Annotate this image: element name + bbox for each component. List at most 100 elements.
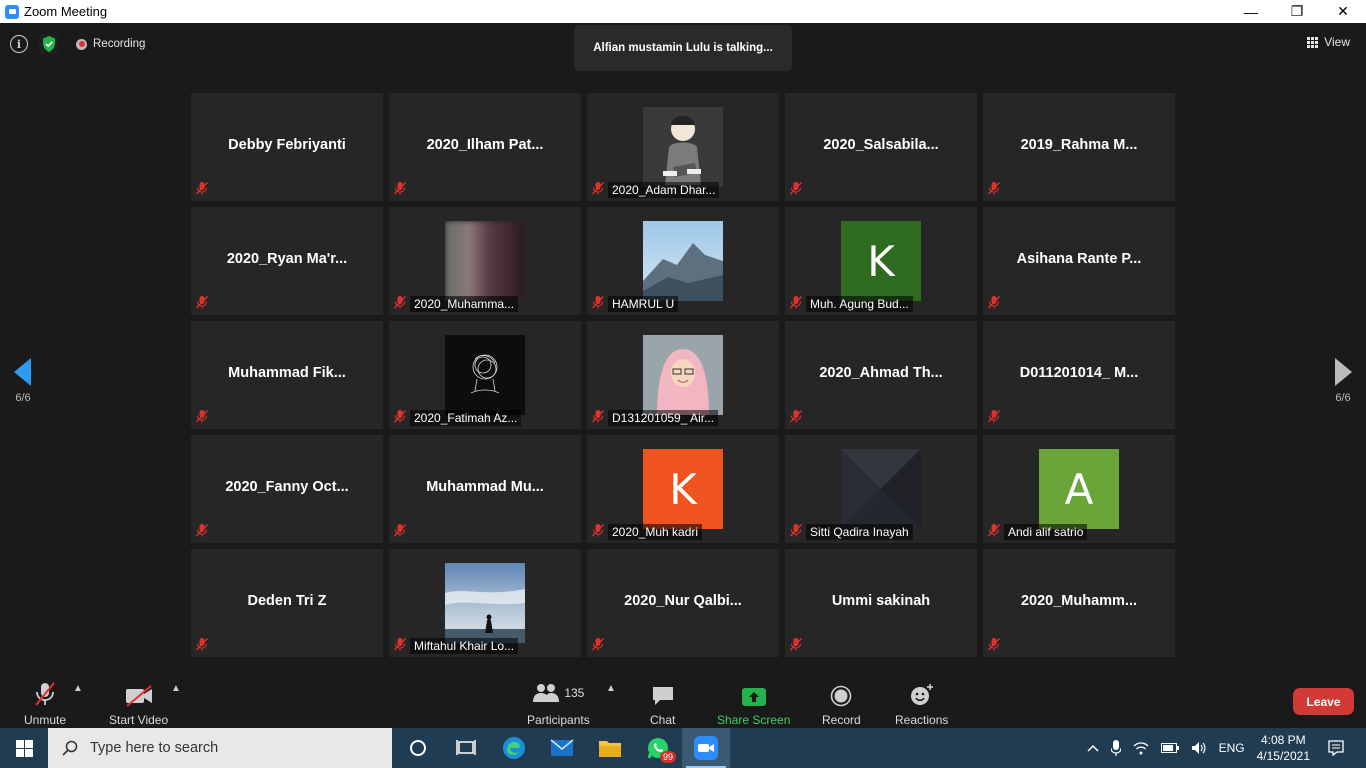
participant-display-name: D011201014_ M...	[1019, 365, 1139, 381]
muted-mic-icon	[393, 295, 407, 314]
muted-mic-icon	[987, 637, 1001, 656]
muted-mic-icon	[987, 295, 1001, 314]
participants-options-caret-icon[interactable]: ▲	[606, 683, 616, 694]
wifi-icon[interactable]	[1133, 741, 1149, 755]
battery-icon[interactable]	[1160, 743, 1179, 753]
participant-display-name: Debby Febriyanti	[228, 137, 346, 153]
start-button[interactable]	[0, 728, 48, 768]
participant-tile[interactable]: Debby Febriyanti	[191, 93, 383, 201]
participant-tile[interactable]: K 2020_Muh kadri	[587, 435, 779, 543]
participant-tile[interactable]: Deden Tri Z	[191, 549, 383, 657]
recording-label: Recording	[93, 38, 146, 50]
participant-photo	[841, 449, 921, 529]
next-page-button[interactable]: 6/6	[1334, 358, 1352, 404]
participant-tile[interactable]: Miftahul Khair Lo...	[389, 549, 581, 657]
search-placeholder: Type here to search	[90, 740, 219, 756]
microphone-tray-icon[interactable]	[1110, 740, 1121, 756]
participant-display-name: 2020_Fanny Oct...	[225, 479, 349, 495]
participant-tile[interactable]: 2020_Ilham Pat...	[389, 93, 581, 201]
leave-button[interactable]: Leave	[1293, 688, 1354, 715]
participant-tile[interactable]: 2020_Muhamma...	[389, 207, 581, 315]
muted-mic-icon	[789, 181, 803, 200]
task-view-button[interactable]	[442, 728, 490, 768]
file-explorer-taskbar-button[interactable]	[586, 728, 634, 768]
maximize-button[interactable]: ❐	[1274, 0, 1320, 23]
notifications-button[interactable]	[1328, 740, 1344, 756]
participant-name-label: D131201059_ Air...	[608, 410, 719, 426]
participant-tile[interactable]: 2020_Nur Qalbi...	[587, 549, 779, 657]
volume-icon[interactable]	[1191, 741, 1207, 755]
participant-tile[interactable]: Muhammad Fik...	[191, 321, 383, 429]
tile-footer: 2020_Fatimah Az...	[393, 409, 522, 426]
participant-name-label: 2020_Fatimah Az...	[410, 410, 522, 426]
mail-icon	[550, 739, 574, 756]
participant-tile[interactable]: HAMRUL U	[587, 207, 779, 315]
chat-button[interactable]: Chat	[650, 679, 675, 727]
participant-tile[interactable]: Asihana Rante P...	[983, 207, 1175, 315]
task-view-icon	[456, 740, 476, 755]
whatsapp-taskbar-button[interactable]: 99	[634, 728, 682, 768]
muted-mic-icon	[987, 523, 1001, 542]
show-hidden-icons-button[interactable]	[1087, 744, 1099, 752]
muted-mic-icon	[789, 523, 803, 542]
muted-mic-icon	[789, 637, 803, 656]
participant-tile[interactable]: D011201014_ M...	[983, 321, 1175, 429]
start-video-label: Start Video	[109, 713, 169, 727]
participant-tile[interactable]: Sitti Qadira Inayah	[785, 435, 977, 543]
unmute-button[interactable]: Unmute	[24, 679, 66, 727]
taskbar-search-box[interactable]: Type here to search	[48, 728, 392, 768]
previous-page-button[interactable]: 6/6	[14, 358, 32, 404]
participant-tile[interactable]: 2020_Ahmad Th...	[785, 321, 977, 429]
reactions-button[interactable]: Reactions	[895, 679, 948, 727]
meeting-status-bar: i Recording	[10, 33, 145, 55]
avatar-letter: A	[1064, 464, 1094, 514]
info-icon[interactable]: i	[10, 35, 28, 53]
participant-tile[interactable]: 2020_Fatimah Az...	[389, 321, 581, 429]
windows-taskbar: Type here to search 99 ENG 4:08 PM 4/15/…	[0, 728, 1366, 768]
minimize-button[interactable]: —	[1228, 0, 1274, 23]
participant-tile[interactable]: Muhammad Mu...	[389, 435, 581, 543]
chat-label: Chat	[650, 713, 676, 727]
participant-tile[interactable]: D131201059_ Air...	[587, 321, 779, 429]
muted-mic-icon	[393, 181, 407, 200]
cortana-button[interactable]	[394, 728, 442, 768]
tile-footer: 2020_Adam Dhar...	[591, 181, 720, 198]
participant-tile[interactable]: 2020_Muhamm...	[983, 549, 1175, 657]
participant-tile[interactable]: 2019_Rahma M...	[983, 93, 1175, 201]
whatsapp-badge: 99	[659, 751, 676, 763]
participant-name-label: Sitti Qadira Inayah	[806, 524, 913, 540]
muted-mic-icon	[789, 295, 803, 314]
participant-display-name: 2020_Muhamm...	[1020, 593, 1138, 609]
participant-tile[interactable]: Ummi sakinah	[785, 549, 977, 657]
avatar-letter: K	[867, 236, 895, 286]
zoom-taskbar-button[interactable]	[682, 728, 730, 768]
taskbar-apps: 99	[394, 728, 730, 768]
taskbar-clock[interactable]: 4:08 PM 4/15/2021	[1257, 732, 1310, 764]
participant-tile[interactable]: 2020_Fanny Oct...	[191, 435, 383, 543]
participant-tile[interactable]: 2020_Ryan Ma'r...	[191, 207, 383, 315]
participant-display-name: Muhammad Mu...	[426, 479, 544, 495]
recording-indicator[interactable]: Recording	[76, 38, 145, 50]
share-screen-button[interactable]: Share Screen	[717, 679, 790, 727]
view-button[interactable]: View	[1307, 35, 1350, 49]
video-options-caret-icon[interactable]: ▲	[171, 683, 181, 694]
start-video-button[interactable]: Start Video	[109, 679, 168, 727]
muted-mic-icon	[393, 637, 407, 656]
input-language[interactable]: ENG	[1219, 741, 1245, 755]
muted-mic-icon	[33, 679, 57, 707]
shield-icon[interactable]	[38, 33, 60, 55]
audio-options-caret-icon[interactable]: ▲	[73, 683, 83, 694]
folder-icon	[599, 741, 621, 757]
participant-name-label: 2020_Muh kadri	[608, 524, 703, 540]
participant-tile[interactable]: 2020_Salsabila...	[785, 93, 977, 201]
participants-button[interactable]: 135 Participants	[527, 679, 590, 727]
participant-name-label: 2020_Adam Dhar...	[608, 182, 720, 198]
participant-tile[interactable]: 2020_Adam Dhar...	[587, 93, 779, 201]
participant-tile[interactable]: A Andi alif satrio	[983, 435, 1175, 543]
close-button[interactable]: ✕	[1320, 0, 1366, 23]
participant-name-label: HAMRUL U	[608, 296, 679, 312]
record-button[interactable]: Record	[822, 679, 861, 727]
edge-taskbar-button[interactable]	[490, 728, 538, 768]
participant-tile[interactable]: K Muh. Agung Bud...	[785, 207, 977, 315]
mail-taskbar-button[interactable]	[538, 728, 586, 768]
